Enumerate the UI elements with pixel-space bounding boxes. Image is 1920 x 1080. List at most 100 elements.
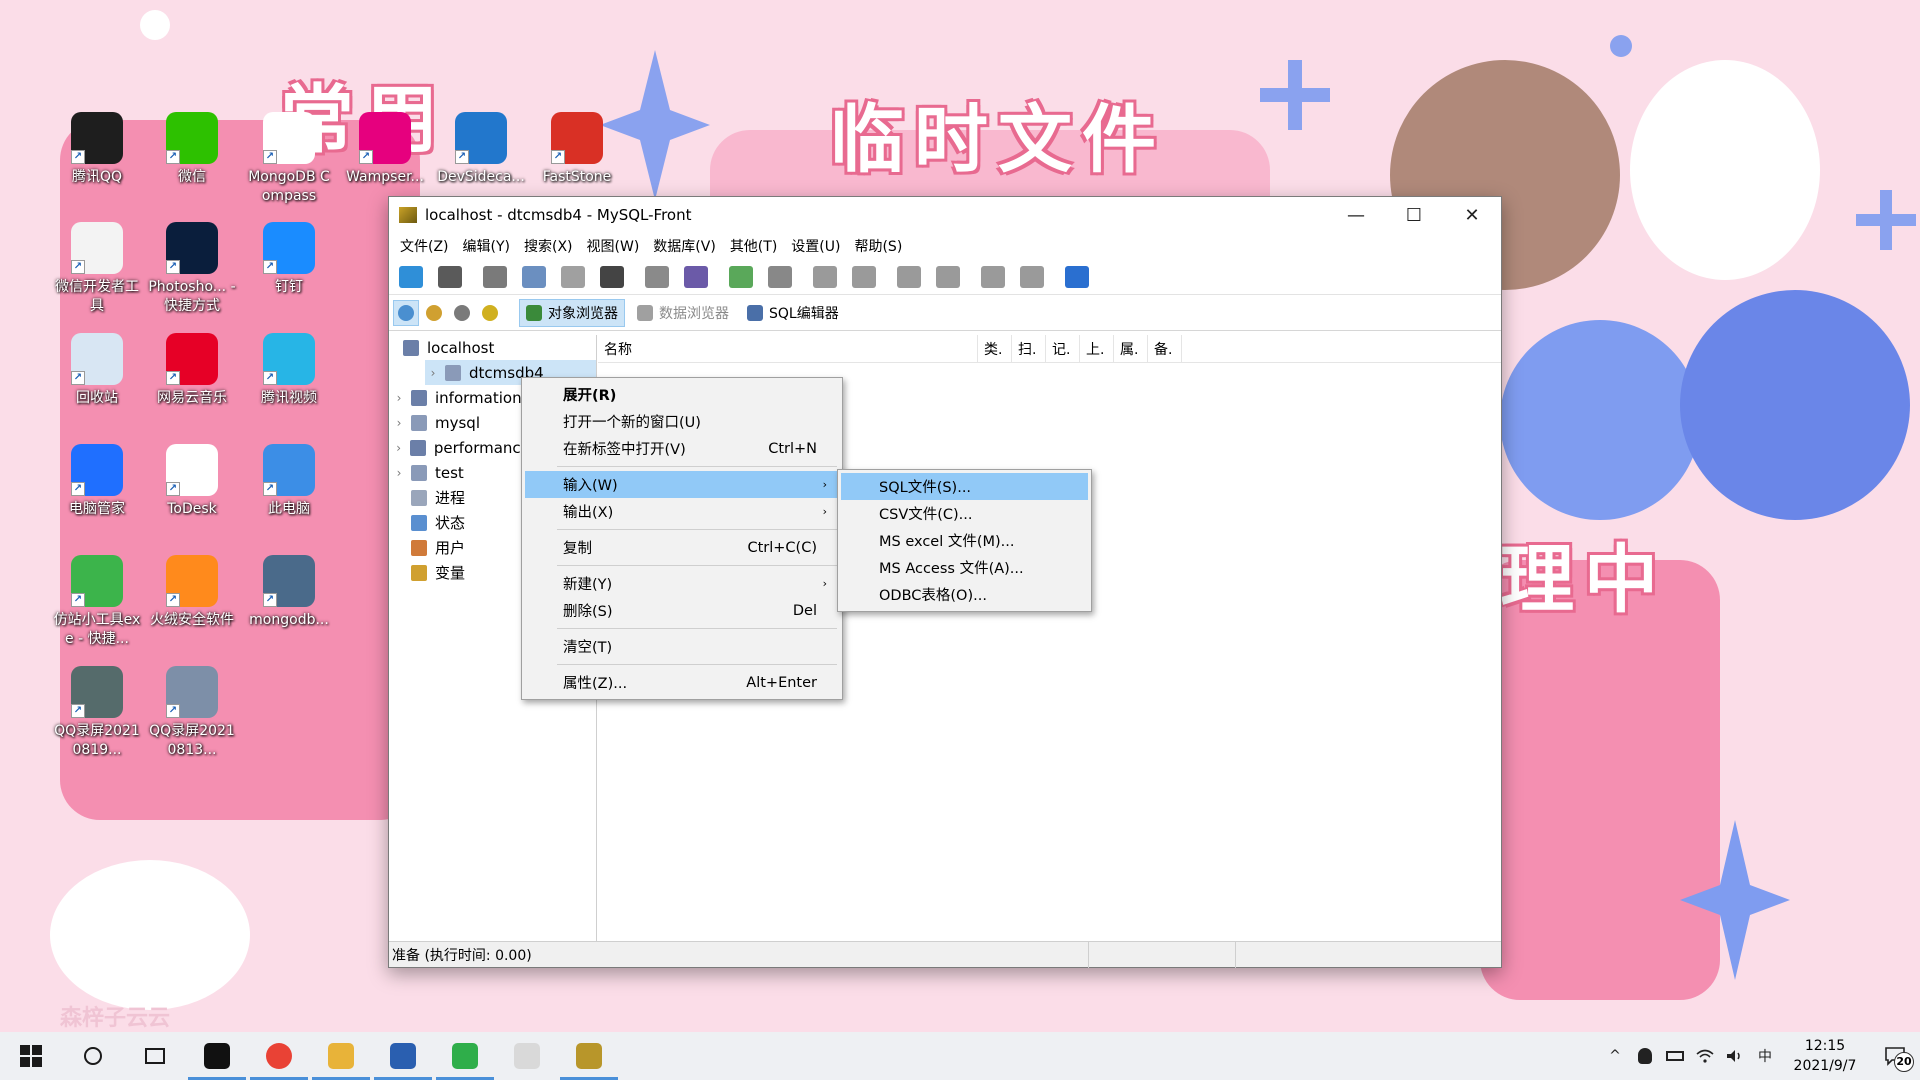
- copy-button[interactable]: [518, 261, 550, 293]
- ime-indicator[interactable]: 中: [1750, 1032, 1780, 1080]
- desktop-icon[interactable]: ↗ Wampser...: [340, 112, 430, 187]
- favorites-button[interactable]: [421, 300, 447, 326]
- tree-view-button[interactable]: [393, 299, 419, 326]
- battery-icon[interactable]: [1660, 1032, 1690, 1080]
- add-record-button[interactable]: [893, 261, 925, 293]
- drop-database-button[interactable]: [680, 261, 712, 293]
- list-column-header[interactable]: 上.: [1080, 334, 1114, 363]
- taskbar-powershell-button[interactable]: [372, 1032, 434, 1080]
- taskbar-task-view-button[interactable]: [124, 1032, 186, 1080]
- context-menu-item[interactable]: 输入(W) ›: [525, 471, 839, 498]
- taskbar-mysql-front-button[interactable]: [558, 1032, 620, 1080]
- desktop-icon[interactable]: ↗ DevSideca...: [436, 112, 526, 187]
- desktop-icon[interactable]: ↗ ToDesk: [147, 444, 237, 519]
- database-button[interactable]: [641, 261, 673, 293]
- list-column-header[interactable]: 属.: [1114, 334, 1148, 363]
- list-column-header[interactable]: 扫.: [1012, 334, 1046, 363]
- context-menu-item[interactable]: 复制 Ctrl+C(C): [525, 534, 839, 561]
- context-menu-item[interactable]: 展开(R): [525, 381, 839, 408]
- list-column-header[interactable]: 备.: [1148, 334, 1182, 363]
- desktop-icon[interactable]: ↗ 仿站小工具exe - 快捷...: [52, 555, 142, 649]
- taskbar-qq-button[interactable]: [186, 1032, 248, 1080]
- context-menu-item[interactable]: 输出(X) ›: [525, 498, 839, 525]
- taskbar-search-button[interactable]: [62, 1032, 124, 1080]
- bookmark-button[interactable]: [477, 300, 503, 326]
- menu-item[interactable]: 编辑(Y): [456, 236, 517, 256]
- notification-center-button[interactable]: 20: [1870, 1032, 1920, 1080]
- history-button[interactable]: [449, 300, 475, 326]
- cut-button[interactable]: [479, 261, 511, 293]
- taskbar-file-explorer-button[interactable]: [310, 1032, 372, 1080]
- tab-object-browser[interactable]: 对象浏览器: [519, 298, 625, 327]
- desktop-icon[interactable]: ↗ 火绒安全软件: [147, 555, 237, 630]
- wifi-icon[interactable]: [1690, 1032, 1720, 1080]
- list-column-header[interactable]: 类.: [978, 334, 1012, 363]
- context-menu-item[interactable]: 在新标签中打开(V) Ctrl+N: [525, 435, 839, 462]
- submenu-item[interactable]: ODBC表格(O)...: [841, 581, 1088, 608]
- desktop-icon[interactable]: ↗ QQ录屏20210813...: [147, 666, 237, 760]
- expand-chevron-icon[interactable]: ›: [391, 391, 407, 405]
- context-menu-item[interactable]: 清空(T): [525, 633, 839, 660]
- context-menu-item[interactable]: 打开一个新的窗口(U): [525, 408, 839, 435]
- menu-item[interactable]: 其他(T): [723, 236, 784, 256]
- add-field-button[interactable]: [809, 261, 841, 293]
- title-bar[interactable]: localhost - dtcmsdb4 - MySQL-Front — ☐ ✕: [389, 197, 1501, 233]
- disconnect-button[interactable]: [1016, 261, 1048, 293]
- menu-item[interactable]: 设置(U): [784, 236, 847, 256]
- volume-icon[interactable]: [1720, 1032, 1750, 1080]
- submenu-item[interactable]: MS Access 文件(A)...: [841, 554, 1088, 581]
- drop-table-button[interactable]: [764, 261, 796, 293]
- desktop-icon[interactable]: ↗ 此电脑: [244, 444, 334, 519]
- expand-chevron-icon[interactable]: ›: [425, 366, 441, 380]
- menu-item[interactable]: 搜索(X): [517, 236, 580, 256]
- add-table-button[interactable]: [725, 261, 757, 293]
- tree-node[interactable]: localhost: [389, 335, 596, 360]
- delete-button[interactable]: [596, 261, 628, 293]
- expand-chevron-icon[interactable]: ›: [391, 466, 407, 480]
- taskbar-hbuilderx-button[interactable]: [434, 1032, 496, 1080]
- desktop-icon[interactable]: ↗ QQ录屏20210819...: [52, 666, 142, 760]
- desktop-icon[interactable]: ↗ 腾讯QQ: [52, 112, 142, 187]
- minimize-button[interactable]: —: [1327, 197, 1385, 233]
- desktop-icon[interactable]: ↗ 回收站: [52, 333, 142, 408]
- list-column-header[interactable]: 记.: [1046, 334, 1080, 363]
- menu-item[interactable]: 帮助(S): [847, 236, 909, 256]
- desktop-icon[interactable]: ↗ FastStone: [532, 112, 622, 187]
- connect-button[interactable]: [977, 261, 1009, 293]
- menu-item[interactable]: 数据库(V): [646, 236, 723, 256]
- tab-data-browser[interactable]: 数据浏览器: [631, 299, 735, 327]
- desktop-icon[interactable]: ↗ MongoDB Compass: [244, 112, 334, 206]
- taskbar-start-button[interactable]: [0, 1032, 62, 1080]
- taskbar-chrome-button[interactable]: [248, 1032, 310, 1080]
- submenu-item[interactable]: SQL文件(S)...: [841, 473, 1088, 500]
- menu-item[interactable]: 视图(W): [580, 236, 647, 256]
- checklist-button[interactable]: [1061, 261, 1093, 293]
- qq-tray-icon[interactable]: [1630, 1032, 1660, 1080]
- desktop-icon[interactable]: ↗ 电脑管家: [52, 444, 142, 519]
- refresh-button[interactable]: [395, 261, 427, 293]
- clock[interactable]: 12:15 2021/9/7: [1780, 1036, 1870, 1076]
- drop-field-button[interactable]: [848, 261, 880, 293]
- desktop-icon[interactable]: ↗ 钉钉: [244, 222, 334, 297]
- context-menu-item[interactable]: 删除(S) Del: [525, 597, 839, 624]
- maximize-button[interactable]: ☐: [1385, 197, 1443, 233]
- desktop-icon[interactable]: ↗ 腾讯视频: [244, 333, 334, 408]
- drop-record-button[interactable]: [932, 261, 964, 293]
- expand-chevron-icon[interactable]: ›: [391, 416, 407, 430]
- submenu-item[interactable]: CSV文件(C)...: [841, 500, 1088, 527]
- tab-sql-editor[interactable]: SQL编辑器: [741, 299, 845, 327]
- context-menu-item[interactable]: 属性(Z)... Alt+Enter: [525, 669, 839, 696]
- stop-button[interactable]: [434, 261, 466, 293]
- expand-chevron-icon[interactable]: ›: [391, 441, 406, 455]
- paste-button[interactable]: [557, 261, 589, 293]
- submenu-item[interactable]: MS excel 文件(M)...: [841, 527, 1088, 554]
- menu-item[interactable]: 文件(Z): [393, 236, 456, 256]
- taskbar-wechat-devtools-button[interactable]: [496, 1032, 558, 1080]
- desktop-icon[interactable]: ↗ Photosho... - 快捷方式: [147, 222, 237, 316]
- close-button[interactable]: ✕: [1443, 197, 1501, 233]
- desktop-icon[interactable]: ↗ 网易云音乐: [147, 333, 237, 408]
- show-hidden-icons-chevron-icon[interactable]: ^: [1600, 1032, 1630, 1080]
- desktop-icon[interactable]: ↗ 微信: [147, 112, 237, 187]
- context-menu-item[interactable]: 新建(Y) ›: [525, 570, 839, 597]
- desktop-icon[interactable]: ↗ 微信开发者工具: [52, 222, 142, 316]
